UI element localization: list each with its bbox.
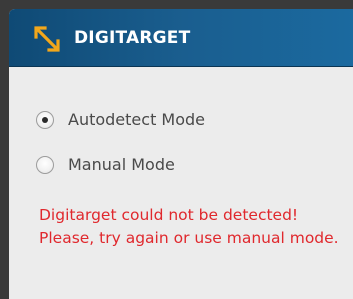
digitarget-panel: DIGITARGET Autodetect Mode Manual Mode D… <box>9 9 353 299</box>
autodetect-mode-label[interactable]: Autodetect Mode <box>68 110 205 129</box>
panel-header: DIGITARGET <box>9 9 353 67</box>
manual-mode-radio[interactable] <box>36 155 54 174</box>
panel-content: Autodetect Mode Manual Mode Digitarget c… <box>9 67 353 299</box>
autodetect-mode-radio[interactable] <box>36 110 54 129</box>
error-message: Digitarget could not be detected! Please… <box>39 206 339 247</box>
autodetect-mode-option[interactable]: Autodetect Mode <box>36 110 205 129</box>
expand-arrows-icon <box>34 26 60 52</box>
window-background: DIGITARGET Autodetect Mode Manual Mode D… <box>0 0 353 299</box>
panel-title: DIGITARGET <box>74 28 191 48</box>
manual-mode-option[interactable]: Manual Mode <box>36 155 175 174</box>
manual-mode-label[interactable]: Manual Mode <box>68 155 175 174</box>
radio-selected-dot <box>42 116 48 123</box>
